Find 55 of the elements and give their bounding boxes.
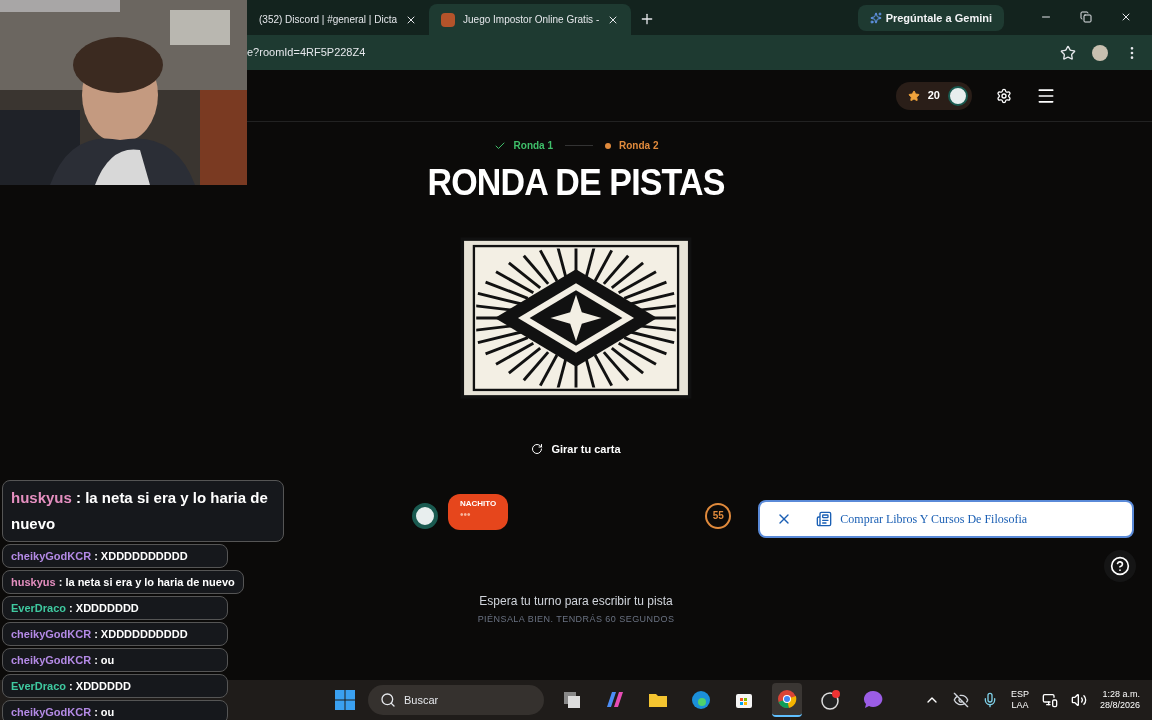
chat-message: EverDraco : XDDDDDDD [2, 596, 228, 620]
tab-title: Juego Impostor Online Gratis - [463, 13, 600, 27]
tab-title: (352) Discord | #general | Dicta [259, 13, 398, 27]
points-pill[interactable]: 20 [895, 81, 972, 110]
page-title: RONDA DE PISTAS [427, 163, 725, 201]
player-name: NACHITO [460, 497, 497, 510]
article-icon [816, 510, 833, 527]
timer-ring: 55 [705, 502, 732, 529]
chat-message: cheikyGodKCR : ou [2, 700, 228, 720]
browser-tab[interactable]: Juego Impostor Online Gratis - [429, 4, 632, 35]
game-favicon-icon [441, 12, 456, 27]
settings-icon[interactable] [996, 87, 1012, 104]
gemini-button[interactable]: Pregúntale a Gemini [857, 5, 1004, 31]
chat-message: EverDraco : XDDDDDD [2, 674, 228, 698]
status-message: Espera tu turno para escribir tu pista [479, 592, 673, 610]
search-field[interactable]: Buscar [368, 685, 544, 715]
ad-banner[interactable]: Comprar Libros Y Cursos De Filosofia [758, 499, 1135, 538]
points-count: 20 [927, 88, 940, 104]
chat-message: cheikyGodKCR : XDDDDDDDDDD [2, 622, 228, 646]
chrome-icon[interactable] [776, 688, 798, 710]
ad-link[interactable]: Comprar Libros Y Cursos De Filosofia [840, 509, 1028, 528]
rotate-icon [531, 443, 544, 456]
chat-message: cheikyGodKCR : ou [2, 648, 228, 672]
status-hint: PIÉNSALA BIEN. TENDRÁS 60 SEGUNDOS [477, 612, 675, 626]
keyboard-layout[interactable]: LAA [1011, 700, 1029, 712]
sparkle-icon [869, 12, 882, 24]
volume-icon[interactable] [1070, 692, 1087, 708]
network-icon[interactable] [1041, 692, 1058, 708]
start-icon[interactable] [335, 690, 355, 710]
star-icon [907, 89, 920, 102]
chat-message: huskyus : la neta si era y lo haria de nuevo [2, 480, 284, 542]
language-code[interactable]: ESP [1010, 688, 1029, 700]
chat-message: huskyus : la neta si era y lo haria de nuevo [2, 570, 244, 594]
taskbar-app[interactable] [772, 683, 802, 717]
clock-time[interactable]: 1:28 a.m. [1102, 688, 1140, 700]
round-step: Ronda 1 [513, 138, 553, 153]
edge-icon[interactable] [690, 689, 712, 711]
help-button[interactable] [1104, 549, 1136, 582]
obs-icon[interactable] [819, 689, 841, 711]
round-step: Ronda 2 [619, 138, 659, 153]
chat-message: cheikyGodKCR : XDDDDDDDDDD [2, 544, 228, 568]
close-icon[interactable] [1120, 11, 1132, 23]
browser-tab[interactable]: (352) Discord | #general | Dicta [247, 4, 430, 35]
avatar-icon [412, 502, 438, 529]
typing-dots: ••• [460, 509, 472, 520]
restore-icon[interactable] [1080, 11, 1092, 23]
profile-avatar-icon[interactable] [1092, 44, 1108, 61]
search-icon [380, 692, 396, 708]
flip-card-button[interactable]: Girar tu carta [531, 441, 621, 458]
avatar-icon [948, 85, 968, 106]
bookmark-star-icon[interactable] [1060, 44, 1076, 61]
clock-date[interactable]: 28/8/2026 [1099, 700, 1140, 712]
task-view-icon[interactable] [561, 689, 583, 711]
chat-bubble-icon[interactable] [862, 689, 884, 711]
eye-off-icon[interactable] [952, 692, 969, 708]
